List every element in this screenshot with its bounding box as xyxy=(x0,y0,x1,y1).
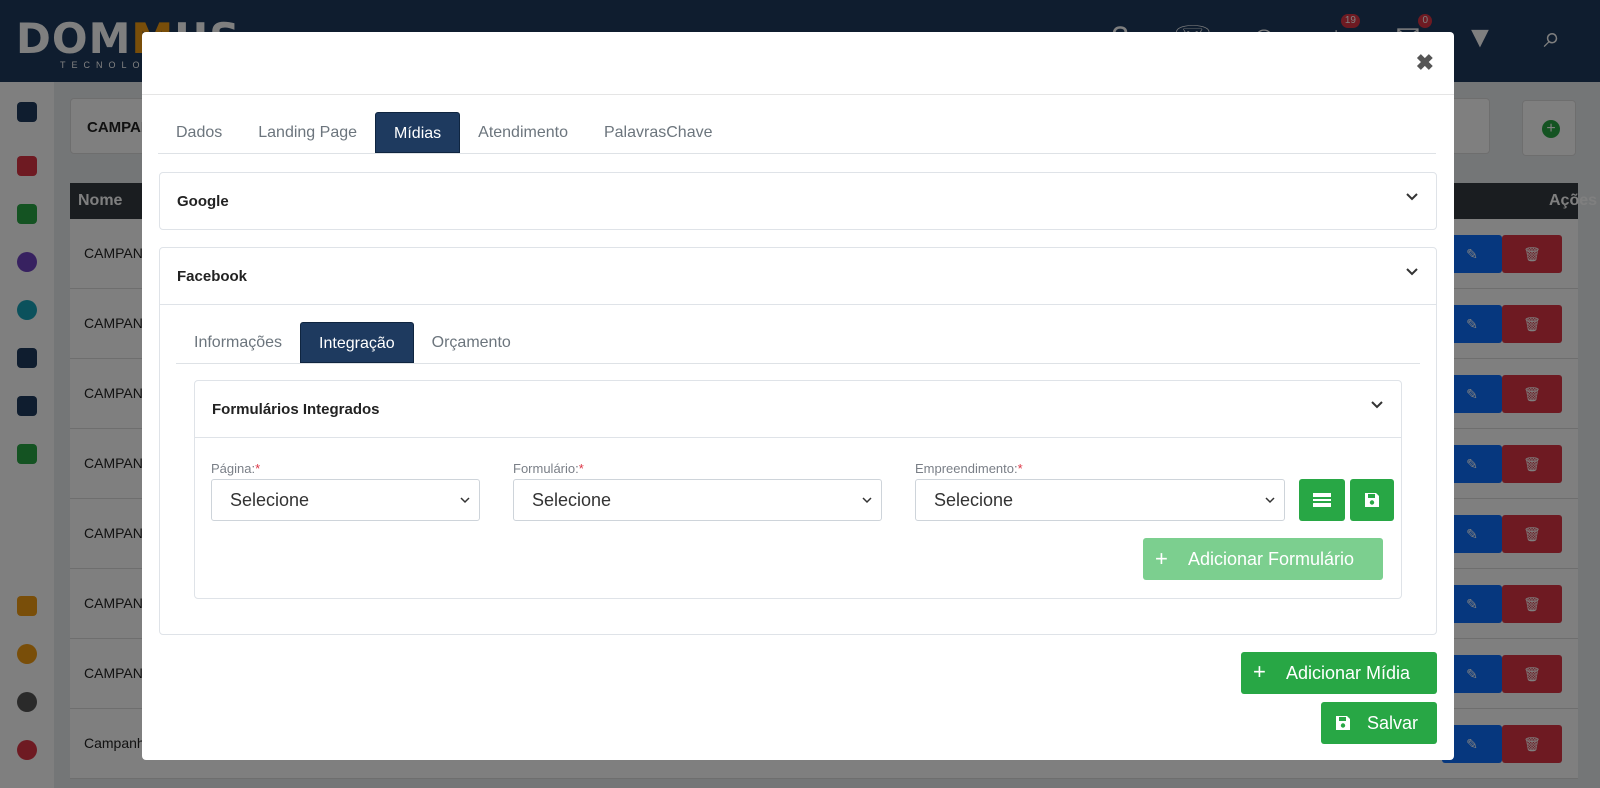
forms-accordion: Formulários Integrados Página:* Selecion… xyxy=(194,380,1402,599)
forms-header[interactable]: Formulários Integrados xyxy=(195,381,1401,438)
chevron-down-icon xyxy=(862,497,872,504)
media-modal: ✖ Dados Landing Page Mídias Atendimento … xyxy=(142,32,1454,760)
save-form-button[interactable] xyxy=(1350,479,1394,521)
pagina-label: Página:* xyxy=(211,461,261,476)
google-accordion[interactable]: Google xyxy=(159,172,1437,230)
tab-landing-page[interactable]: Landing Page xyxy=(240,112,375,153)
facebook-header[interactable]: Facebook xyxy=(160,248,1436,305)
plus-icon: + xyxy=(1155,546,1168,571)
empreendimento-select[interactable]: Selecione xyxy=(915,479,1285,521)
floppy-icon xyxy=(1365,493,1379,507)
tab-dados[interactable]: Dados xyxy=(158,112,240,153)
save-button[interactable]: Salvar xyxy=(1321,702,1437,744)
tab-orcamento[interactable]: Orçamento xyxy=(414,322,529,363)
forms-title: Formulários Integrados xyxy=(212,401,380,418)
chevron-down-icon xyxy=(460,497,470,504)
chevron-down-icon[interactable] xyxy=(1402,264,1422,284)
empreendimento-label: Empreendimento:* xyxy=(915,461,1023,476)
formulario-label: Formulário:* xyxy=(513,461,584,476)
google-title: Google xyxy=(177,193,229,210)
add-media-button[interactable]: + Adicionar Mídia xyxy=(1241,652,1437,694)
tab-midias[interactable]: Mídias xyxy=(375,112,461,153)
table-edit-button[interactable] xyxy=(1299,479,1345,521)
modal-header: ✖ xyxy=(142,32,1454,95)
floppy-icon xyxy=(1336,716,1350,730)
table-icon xyxy=(1313,493,1331,507)
add-form-button[interactable]: + Adicionar Formulário xyxy=(1143,538,1383,580)
formulario-select[interactable]: Selecione xyxy=(513,479,882,521)
facebook-accordion: Facebook Informações Integração Orçament… xyxy=(159,247,1437,635)
tab-informacoes[interactable]: Informações xyxy=(176,322,300,363)
close-icon[interactable]: ✖ xyxy=(1416,50,1434,76)
chevron-down-icon[interactable] xyxy=(1367,397,1387,417)
facebook-title: Facebook xyxy=(177,268,248,285)
facebook-tabs: Informações Integração Orçamento xyxy=(176,322,1420,364)
tab-palavras-chave[interactable]: PalavrasChave xyxy=(586,112,731,153)
modal-tabs: Dados Landing Page Mídias Atendimento Pa… xyxy=(158,112,1436,154)
tab-atendimento[interactable]: Atendimento xyxy=(460,112,586,153)
plus-icon: + xyxy=(1253,659,1266,684)
chevron-down-icon xyxy=(1265,497,1275,504)
pagina-select[interactable]: Selecione xyxy=(211,479,480,521)
chevron-down-icon[interactable] xyxy=(1402,189,1422,209)
tab-integracao[interactable]: Integração xyxy=(300,322,414,363)
